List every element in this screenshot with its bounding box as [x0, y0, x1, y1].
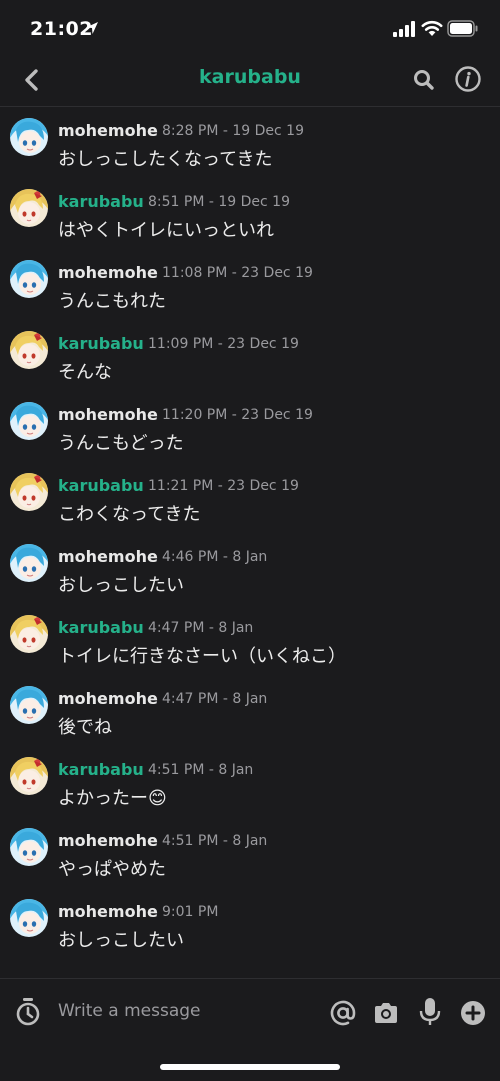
- status-bar: 21:02: [0, 0, 500, 56]
- message-item[interactable]: mohemohe 11:20 PM - 23 Dec 19 うんこもどった: [0, 395, 500, 461]
- message-sender[interactable]: mohemohe: [58, 121, 158, 140]
- avatar[interactable]: [10, 828, 48, 866]
- message-sender[interactable]: karubabu: [58, 192, 144, 211]
- avatar[interactable]: [10, 260, 48, 298]
- message-timestamp: 4:51 PM - 8 Jan: [148, 762, 254, 778]
- message-text: おしっこしたい: [58, 575, 184, 596]
- message-item[interactable]: mohemohe 4:47 PM - 8 Jan 後でね: [0, 679, 500, 745]
- avatar[interactable]: [10, 686, 48, 724]
- avatar[interactable]: [10, 757, 48, 795]
- add-icon[interactable]: [459, 999, 487, 1027]
- message-item[interactable]: mohemohe 4:46 PM - 8 Jan おしっこしたい: [0, 537, 500, 603]
- message-list[interactable]: mohemohe 8:28 PM - 19 Dec 19 おしっこしたくなってきた k…: [0, 107, 500, 977]
- message-item[interactable]: karubabu 4:47 PM - 8 Jan トイレに行きなさーい（いくねこ）: [0, 608, 500, 674]
- avatar[interactable]: [10, 899, 48, 937]
- message-timestamp: 4:47 PM - 8 Jan: [162, 691, 268, 707]
- message-sender[interactable]: karubabu: [58, 334, 144, 353]
- avatar[interactable]: [10, 331, 48, 369]
- message-input[interactable]: [58, 997, 318, 1025]
- avatar[interactable]: [10, 189, 48, 227]
- message-timestamp: 9:01 PM: [162, 904, 219, 920]
- message-timestamp: 11:09 PM - 23 Dec 19: [148, 336, 299, 352]
- message-text: おしっこしたい: [58, 930, 184, 951]
- timer-icon[interactable]: [14, 997, 42, 1027]
- message-item[interactable]: mohemohe 4:51 PM - 8 Jan やっぱやめた: [0, 821, 500, 887]
- message-sender[interactable]: karubabu: [58, 760, 144, 779]
- home-indicator[interactable]: [160, 1064, 340, 1070]
- message-item[interactable]: karubabu 11:09 PM - 23 Dec 19 そんな: [0, 324, 500, 390]
- avatar[interactable]: [10, 402, 48, 440]
- chat-header: karubabu: [0, 56, 500, 107]
- message-sender[interactable]: mohemohe: [58, 547, 158, 566]
- battery-icon: [447, 20, 478, 37]
- location-icon: [86, 22, 98, 34]
- message-text: はやくトイレにいっといれ: [58, 220, 274, 241]
- message-item[interactable]: karubabu 8:51 PM - 19 Dec 19 はやくトイレにいっといれ: [0, 182, 500, 248]
- message-sender[interactable]: mohemohe: [58, 689, 158, 708]
- message-sender[interactable]: karubabu: [58, 618, 144, 637]
- message-sender[interactable]: mohemohe: [58, 902, 158, 921]
- message-sender[interactable]: mohemohe: [58, 831, 158, 850]
- message-item[interactable]: mohemohe 11:08 PM - 23 Dec 19 うんこもれた: [0, 253, 500, 319]
- avatar[interactable]: [10, 544, 48, 582]
- message-text: おしっこしたくなってきた: [58, 149, 273, 170]
- message-text: 後でね: [58, 717, 112, 738]
- message-sender[interactable]: karubabu: [58, 476, 144, 495]
- message-text: よかったー😊: [58, 788, 167, 809]
- message-sender[interactable]: mohemohe: [58, 405, 158, 424]
- message-text: うんこもどった: [58, 433, 184, 454]
- message-item[interactable]: karubabu 4:51 PM - 8 Jan よかったー😊: [0, 750, 500, 816]
- message-item[interactable]: mohemohe 8:28 PM - 19 Dec 19 おしっこしたくなってきた: [0, 111, 500, 177]
- message-timestamp: 11:21 PM - 23 Dec 19: [148, 478, 299, 494]
- message-text: そんな: [58, 362, 112, 383]
- message-text: うんこもれた: [58, 291, 166, 312]
- chat-screen: 21:02 karubabu mohemohe 8:28 PM - 19 Dec…: [0, 0, 500, 1081]
- message-timestamp: 11:20 PM - 23 Dec 19: [162, 407, 313, 423]
- message-text: トイレに行きなさーい（いくねこ）: [58, 646, 346, 667]
- message-timestamp: 4:46 PM - 8 Jan: [162, 549, 268, 565]
- message-text: こわくなってきた: [58, 504, 201, 525]
- message-timestamp: 4:47 PM - 8 Jan: [148, 620, 254, 636]
- message-timestamp: 4:51 PM - 8 Jan: [162, 833, 268, 849]
- wifi-icon: [421, 20, 443, 36]
- mention-icon[interactable]: [329, 999, 357, 1027]
- message-timestamp: 8:51 PM - 19 Dec 19: [148, 194, 290, 210]
- camera-icon[interactable]: [372, 999, 400, 1027]
- message-timestamp: 8:28 PM - 19 Dec 19: [162, 123, 304, 139]
- info-icon[interactable]: [454, 65, 482, 93]
- avatar[interactable]: [10, 615, 48, 653]
- microphone-icon[interactable]: [416, 997, 444, 1027]
- message-item[interactable]: mohemohe 9:01 PM おしっこしたい: [0, 892, 500, 958]
- message-text: やっぱやめた: [58, 859, 166, 880]
- avatar[interactable]: [10, 473, 48, 511]
- message-item[interactable]: karubabu 11:21 PM - 23 Dec 19 こわくなってきた: [0, 466, 500, 532]
- avatar[interactable]: [10, 118, 48, 156]
- message-sender[interactable]: mohemohe: [58, 263, 158, 282]
- message-composer: [0, 978, 500, 1045]
- message-timestamp: 11:08 PM - 23 Dec 19: [162, 265, 313, 281]
- signal-icon: [393, 21, 415, 37]
- search-icon[interactable]: [410, 66, 438, 94]
